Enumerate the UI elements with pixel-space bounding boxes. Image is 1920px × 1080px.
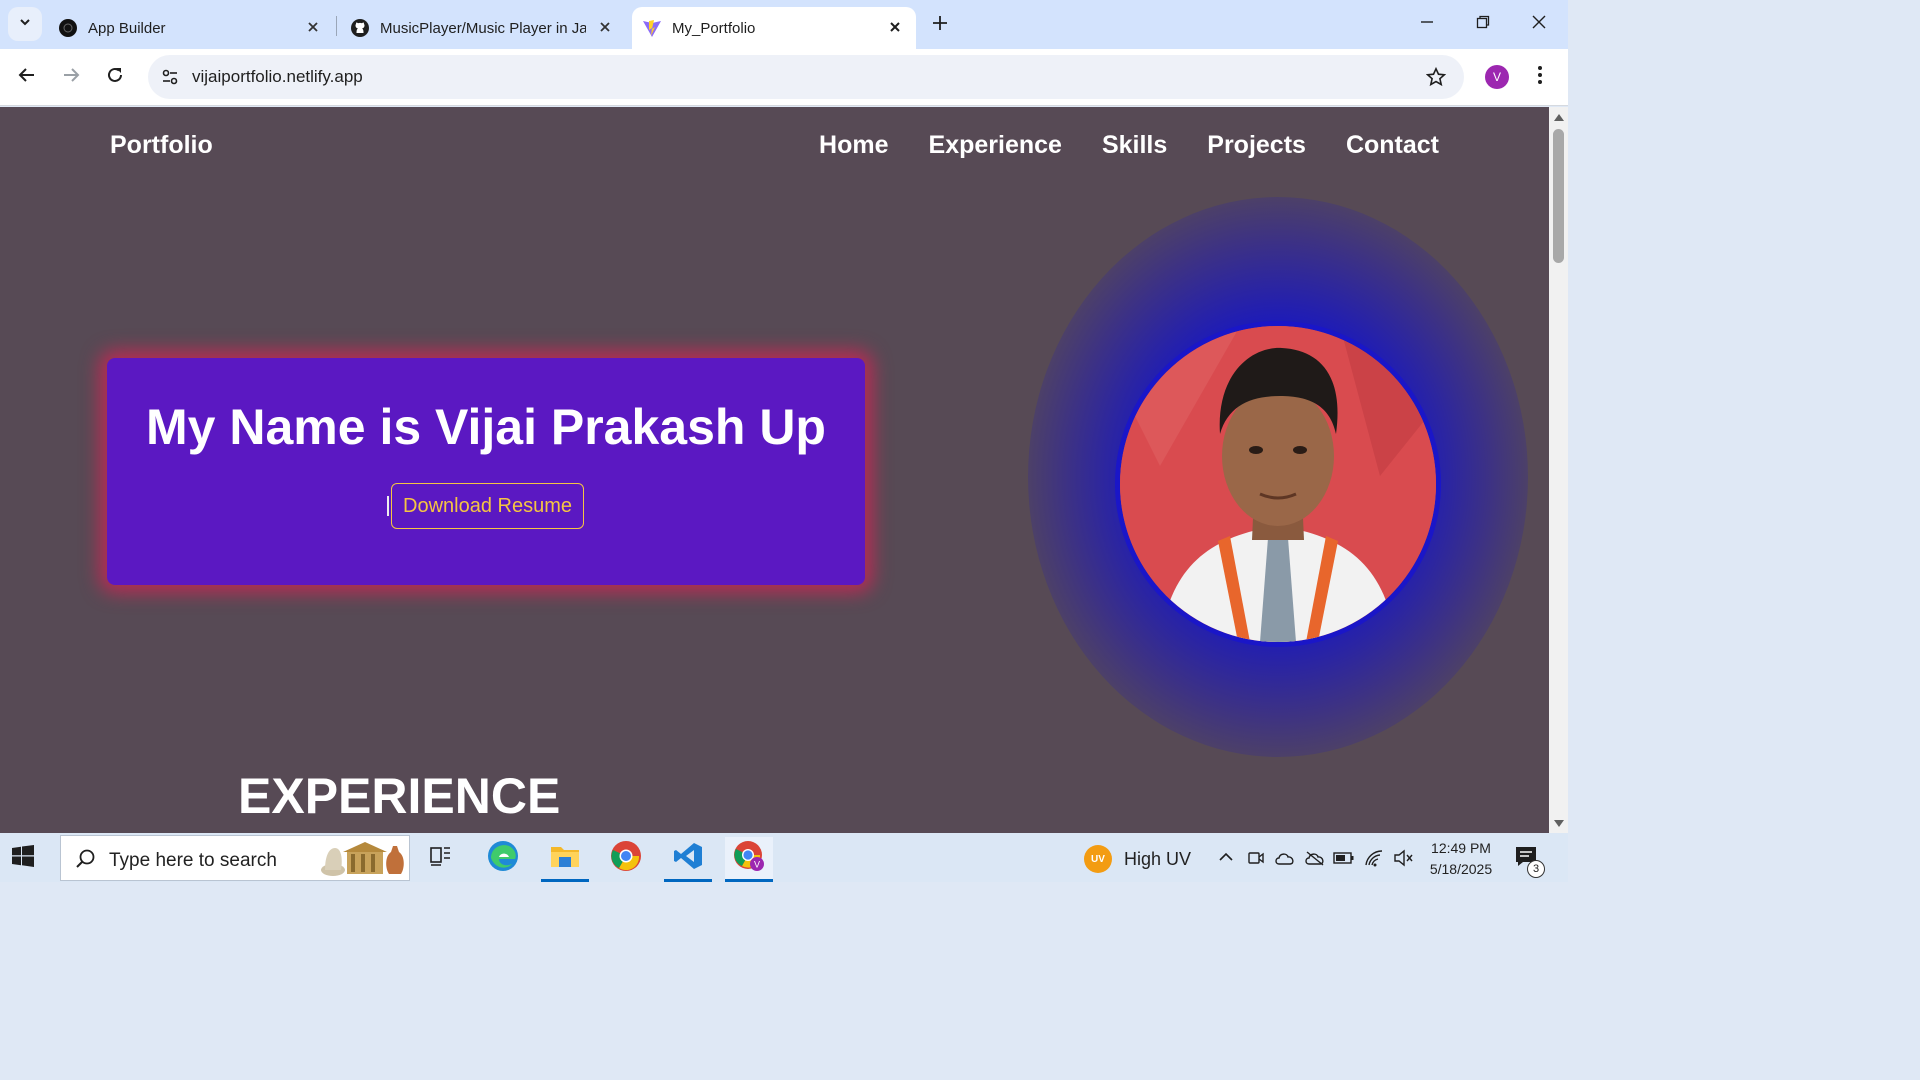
nav-skills[interactable]: Skills <box>1102 131 1167 160</box>
more-vertical-icon <box>1537 65 1543 90</box>
taskbar-edge[interactable] <box>479 837 527 879</box>
plus-icon <box>932 15 948 36</box>
browser-toolbar: vijaiportfolio.netlify.app V <box>0 49 1568 106</box>
clock-date: 5/18/2025 <box>1429 861 1493 877</box>
tab-music-player[interactable]: MusicPlayer/Music Player in Jav <box>342 7 626 49</box>
restore-icon <box>1476 15 1490 34</box>
onedrive-icon[interactable] <box>1274 847 1296 869</box>
nav-experience[interactable]: Experience <box>929 131 1062 160</box>
bookmark-star-icon[interactable] <box>1424 65 1448 89</box>
url-text: vijaiportfolio.netlify.app <box>192 67 363 86</box>
github-icon <box>350 18 370 38</box>
tab-title: My_Portfolio <box>672 19 756 37</box>
windows-start-button[interactable] <box>12 845 38 871</box>
minimize-icon <box>1420 15 1434 34</box>
site-info-icon[interactable] <box>158 65 182 89</box>
folder-icon <box>550 843 580 874</box>
weather-uv-badge: UV <box>1084 845 1112 873</box>
wifi-icon[interactable] <box>1363 847 1385 869</box>
browser-menu-button[interactable] <box>1528 63 1552 91</box>
restore-button[interactable] <box>1463 8 1503 40</box>
weather-widget[interactable]: UV High UV <box>1084 845 1191 873</box>
app-builder-icon <box>58 18 78 38</box>
page-scrollbar[interactable] <box>1549 107 1568 833</box>
tab-strip: App Builder MusicPlayer/Music Player in … <box>0 0 1568 49</box>
tab-title: App Builder <box>88 19 166 37</box>
tab-title: MusicPlayer/Music Player in Jav <box>380 19 586 37</box>
vscode-icon <box>673 841 703 876</box>
site-nav: Home Experience Skills Projects Contact <box>819 131 1439 160</box>
back-button[interactable] <box>11 61 43 93</box>
taskbar-search-box[interactable]: Type here to search <box>60 835 410 881</box>
tab-app-builder[interactable]: App Builder <box>50 7 334 49</box>
onedrive-sync-icon[interactable] <box>1304 847 1326 869</box>
windows-logo-icon <box>12 845 34 867</box>
site-brand[interactable]: Portfolio <box>110 131 213 160</box>
arrow-right-icon <box>62 66 80 89</box>
download-resume-button[interactable]: Download Resume <box>391 483 584 529</box>
notification-count-badge: 3 <box>1527 860 1545 878</box>
close-icon <box>1532 15 1546 34</box>
chevron-down-icon <box>18 15 32 34</box>
chrome-icon <box>610 840 642 877</box>
close-icon[interactable] <box>594 16 616 38</box>
edge-icon <box>487 840 519 877</box>
close-icon[interactable] <box>884 16 906 38</box>
search-icon <box>75 848 97 870</box>
nav-projects[interactable]: Projects <box>1207 131 1306 160</box>
taskbar-file-explorer[interactable] <box>541 837 589 882</box>
system-clock[interactable]: 12:49 PM 5/18/2025 <box>1420 838 1502 880</box>
close-window-button[interactable] <box>1519 8 1559 40</box>
new-tab-button[interactable] <box>926 11 954 39</box>
battery-icon[interactable] <box>1333 847 1355 869</box>
tab-separator <box>336 16 337 36</box>
nav-home[interactable]: Home <box>819 131 888 160</box>
reload-icon <box>106 66 124 89</box>
scroll-up-arrow-icon[interactable] <box>1553 111 1564 122</box>
taskbar-chrome-profile[interactable]: V <box>725 837 773 882</box>
experience-heading: EXPERIENCE <box>238 768 561 824</box>
scroll-down-arrow-icon[interactable] <box>1553 818 1564 829</box>
taskbar-task-view[interactable] <box>417 837 465 879</box>
nav-contact[interactable]: Contact <box>1346 131 1439 160</box>
tray-overflow-button[interactable] <box>1215 847 1237 869</box>
chrome-profile-icon: V <box>732 839 766 878</box>
scrollbar-thumb[interactable] <box>1553 129 1564 263</box>
arrow-left-icon <box>18 66 36 89</box>
hero-title: My Name is Vijai Prakash Up <box>146 399 826 455</box>
close-icon[interactable] <box>302 16 324 38</box>
task-view-icon <box>429 845 453 872</box>
tab-my-portfolio[interactable]: My_Portfolio <box>632 7 916 49</box>
vite-icon <box>642 18 662 38</box>
page-viewport: Portfolio Home Experience Skills Project… <box>0 107 1549 833</box>
clock-time: 12:49 PM <box>1431 840 1491 856</box>
address-bar[interactable]: vijaiportfolio.netlify.app <box>148 55 1464 99</box>
taskbar-chrome[interactable] <box>602 837 650 879</box>
reload-button[interactable] <box>99 61 131 93</box>
tab-search-button[interactable] <box>8 7 42 41</box>
volume-muted-icon[interactable] <box>1392 847 1414 869</box>
forward-button[interactable] <box>55 61 87 93</box>
windows-taskbar: Type here to search V UV High UV 12:49 P… <box>0 833 1568 882</box>
minimize-button[interactable] <box>1407 8 1447 40</box>
search-placeholder: Type here to search <box>109 850 277 871</box>
text-cursor <box>387 496 389 516</box>
profile-avatar[interactable]: V <box>1485 65 1509 89</box>
hero-card: My Name is Vijai Prakash Up Download Res… <box>107 358 865 585</box>
taskbar-vscode[interactable] <box>664 837 712 882</box>
chevron-up-icon <box>1219 849 1233 867</box>
profile-photo <box>1115 321 1441 647</box>
meet-now-icon[interactable] <box>1245 847 1267 869</box>
weather-text: High UV <box>1124 848 1192 869</box>
svg-text:V: V <box>754 859 760 869</box>
search-highlight-icon <box>319 840 407 878</box>
